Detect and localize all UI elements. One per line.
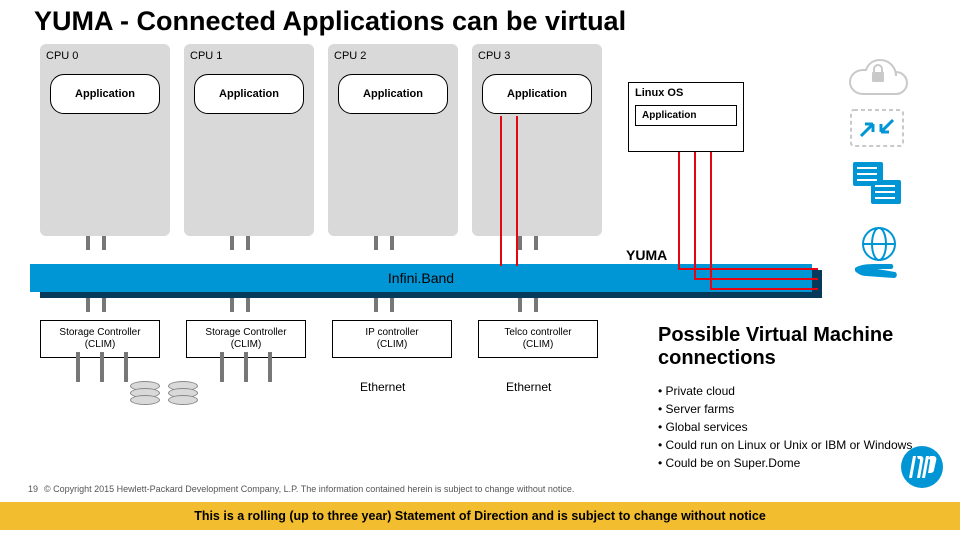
cpu-2: CPU 2 Application [328,44,458,236]
controller-3-line2: (CLIM) [481,339,595,351]
storage-0-legs [76,352,128,382]
disk-stack-2 [168,384,198,405]
red-arrow-cpu3-a [500,116,502,266]
cloud-lock-icon [842,52,912,98]
cpu-3-label: CPU 3 [478,50,596,62]
copyright-text: © Copyright 2015 Hewlett-Packard Develop… [44,484,574,494]
hp-logo-icon [900,445,944,494]
red-connector-h3 [710,288,818,290]
yuma-label: YUMA [626,247,667,263]
cpu-1-label: CPU 1 [190,50,308,62]
cpu-1-legs [230,236,250,250]
cpu-1-app: Application [194,74,304,114]
ctrl-2-legs [374,298,394,312]
controller-1-line2: (CLIM) [189,339,303,351]
bullet-2: • Global services [658,418,912,436]
red-arrow-cpu3-b [516,116,518,266]
cpu-3-app: Application [482,74,592,114]
cpu-2-app: Application [338,74,448,114]
ethernet-label-1: Ethernet [360,380,405,394]
red-connector-1 [678,152,680,270]
ctrl-3-legs [518,298,538,312]
cpu-0-app: Application [50,74,160,114]
server-stack-icon [847,158,907,214]
controller-1-line1: Storage Controller [189,327,303,339]
storage-1-legs [220,352,272,382]
arrow-expand-icon [849,108,905,148]
linux-os-box: Linux OS Application [628,82,744,152]
cpu-0-label: CPU 0 [46,50,164,62]
controller-0-line2: (CLIM) [43,339,157,351]
cloud-icon-column [812,52,942,282]
globe-hand-icon [845,224,909,282]
pvm-heading: Possible Virtual Machine connections [658,324,960,370]
disk-stack-1 [130,384,160,405]
disclaimer-banner: This is a rolling (up to three year) Sta… [0,502,960,530]
controller-2-line1: IP controller [335,327,449,339]
bullet-3: • Could run on Linux or Unix or IBM or W… [658,436,912,454]
red-connector-h1 [678,268,818,270]
red-connector-h2 [694,278,818,280]
ethernet-label-2: Ethernet [506,380,551,394]
ctrl-1-legs [230,298,250,312]
cpu-3: CPU 3 Application [472,44,602,236]
interconnect-bus: Infini.Band [30,264,822,304]
slide-title: YUMA - Connected Applications can be vir… [34,6,626,37]
cpu-2-label: CPU 2 [334,50,452,62]
page-number: 19 [28,484,38,494]
red-connector-2 [694,152,696,280]
controller-2-line2: (CLIM) [335,339,449,351]
controller-3-line1: Telco controller [481,327,595,339]
cpu-0: CPU 0 Application [40,44,170,236]
controller-3: Telco controller (CLIM) [478,320,598,358]
bullet-4: • Could be on Super.Dome [658,454,912,472]
linux-app-label: Application [635,105,737,126]
bullet-0: • Private cloud [658,382,912,400]
pvm-bullet-list: • Private cloud • Server farms • Global … [658,382,912,472]
ctrl-0-legs [86,298,106,312]
controller-0-line1: Storage Controller [43,327,157,339]
bullet-1: • Server farms [658,400,912,418]
controller-2: IP controller (CLIM) [332,320,452,358]
cpu-1: CPU 1 Application [184,44,314,236]
cpu-3-legs [518,236,538,250]
cpu-0-legs [86,236,106,250]
linux-os-label: Linux OS [629,83,743,103]
cpu-2-legs [374,236,394,250]
